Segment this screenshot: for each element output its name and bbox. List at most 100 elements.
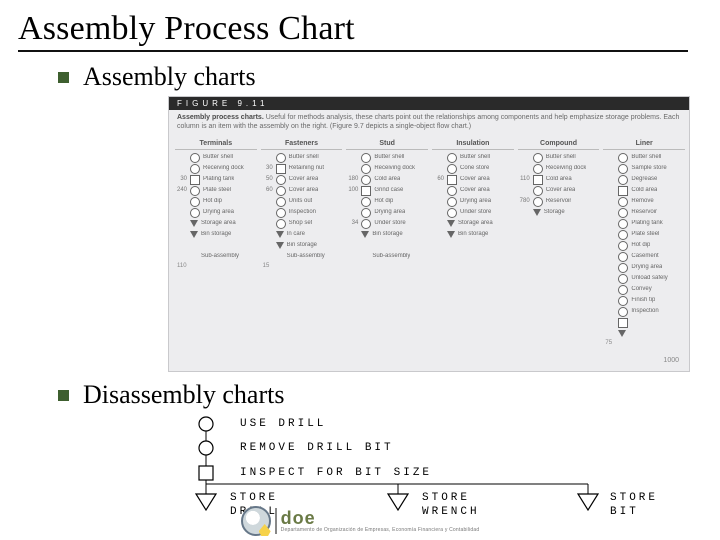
assembly-step-label: Under store [374,220,405,227]
assembly-step-label: In care [287,231,305,238]
assembly-step-label: Plating tank [203,176,234,183]
assembly-step-label: Sub-assembly [201,253,239,260]
assembly-step [603,329,685,339]
assembly-step: 240Plate steel [175,186,257,196]
inspect-square-icon [447,175,457,185]
operation-circle-icon [533,164,543,174]
assembly-step-label: Cover area [460,176,490,183]
assembly-step: Degrease [603,175,685,185]
assembly-step: 100Grind case [346,186,428,196]
bullet-row-disassembly: Disassembly charts [58,380,702,410]
assembly-step: Units out [261,197,343,207]
assembly-column-foot: 110 [175,263,257,270]
assembly-step: 60Cover area [261,186,343,196]
assembly-step: Receiving dock [518,164,600,174]
assembly-step-label: Plating tank [631,220,662,227]
storage-triangle-icon [447,231,455,238]
spacer-icon [533,231,541,239]
assembly-step-label: Cover area [546,187,576,194]
assembly-step: Drying area [603,263,685,273]
storage-triangle-icon [447,220,455,227]
assembly-step: Bin storage [175,230,257,240]
assembly-step: Bin storage [261,241,343,251]
bullet-icon [58,72,69,83]
assembly-step-label: Cold area [374,176,400,183]
operation-circle-icon [618,164,628,174]
inspect-square-icon [618,318,628,328]
assembly-step: Hot dip [346,197,428,207]
assembly-step: Receiving dock [346,164,428,174]
assembly-step-label: Cover area [289,187,319,194]
assembly-step: 30Plating tank [175,175,257,185]
operation-circle-icon [276,175,286,185]
storage-triangle-icon [361,231,369,238]
assembly-step: 60Cover area [432,175,514,185]
footer: doe Departamento de Organización de Empr… [0,506,720,536]
assembly-column: LinerButter shellSample storeDegreaseCol… [603,140,685,348]
assembly-step: Casement [603,252,685,262]
operation-circle-icon [361,197,371,207]
slide: Assembly Process Chart Assembly charts F… [0,0,720,540]
operation-circle-icon [361,164,371,174]
dis-step-label: REMOVE DRILL BIT [240,442,394,454]
assembly-step-label: Inspection [289,209,316,216]
operation-circle-icon [618,153,628,163]
operation-circle-icon [618,285,628,295]
assembly-step [518,230,600,240]
assembly-step-label: Bin storage [458,231,488,238]
assembly-step-number: 50 [261,176,273,183]
assembly-step-label: Sample store [631,165,666,172]
assembly-total: 1000 [169,355,689,371]
operation-circle-icon [618,296,628,306]
footer-logo: doe Departamento de Organización de Empr… [241,506,480,536]
assembly-column-head: Compound [518,140,600,150]
assembly-step-label: Cover area [460,187,490,194]
assembly-step-label: Casement [631,253,658,260]
assembly-column: InsulationButter shellCone store60Cover … [432,140,514,348]
assembly-step [603,318,685,328]
assembly-step [432,241,514,251]
assembly-step: Sub-assembly [175,252,257,262]
inspect-square-icon [190,175,200,185]
assembly-column: FastenersButter shell30Retaining nut50Co… [261,140,343,348]
inspect-square-icon [361,186,371,196]
dis-store-label: STORE [610,492,658,504]
assembly-step-number: 180 [346,176,358,183]
assembly-step: Receiving dock [175,164,257,174]
assembly-step: Storage [518,208,600,218]
assembly-step-number: 110 [518,176,530,183]
operation-circle-icon [447,164,457,174]
assembly-step-label: Cold area [546,176,572,183]
dis-store-label: STORE [230,492,278,504]
operation-circle-icon [618,230,628,240]
assembly-column-head: Liner [603,140,685,150]
assembly-step-label: Retaining nut [289,165,324,172]
page-title: Assembly Process Chart [18,10,702,48]
operation-circle-icon [190,208,200,218]
assembly-step: Drying area [432,197,514,207]
assembly-step-number: 240 [175,187,187,194]
spacer-icon [361,253,369,261]
assembly-step: Inspection [603,307,685,317]
assembly-step-label: Butter shell [289,154,319,161]
assembly-step-label: Receiving dock [374,165,415,172]
spacer-icon [447,242,455,250]
spacer-icon [190,242,198,250]
assembly-step [175,241,257,251]
assembly-step [432,252,514,262]
operation-circle-icon [533,186,543,196]
bullet-text: Assembly charts [83,62,256,92]
operation-circle-icon [361,219,371,229]
assembly-step: 34Under store [346,219,428,229]
assembly-column-head: Insulation [432,140,514,150]
spacer-icon [533,242,541,250]
operation-circle-icon [618,307,628,317]
operation-circle-icon [618,241,628,251]
assembly-step-label: Drying area [460,198,491,205]
assembly-step [518,219,600,229]
operation-circle-icon [447,208,457,218]
assembly-step [518,241,600,251]
assembly-step: Hot dip [603,241,685,251]
assembly-step-label: Receiving dock [203,165,244,172]
assembly-step-number: 780 [518,198,530,205]
